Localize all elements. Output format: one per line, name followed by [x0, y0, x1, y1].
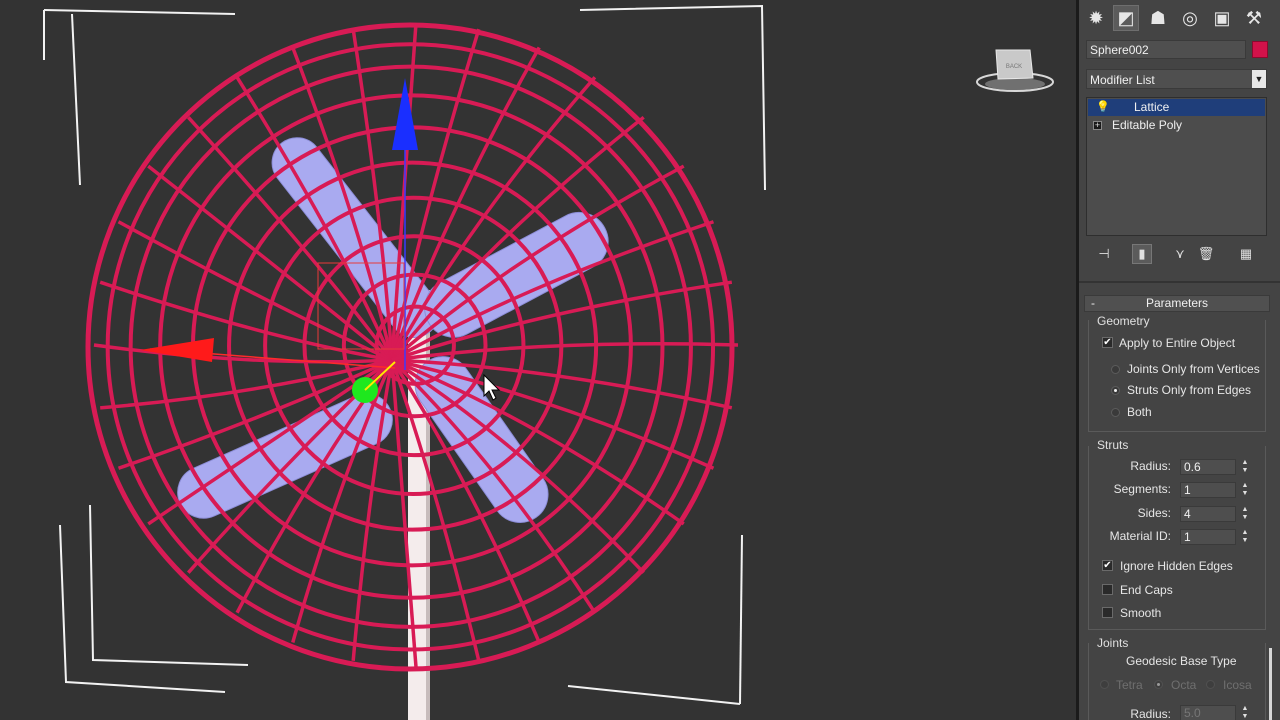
geodesic-base-type-label: Geodesic Base Type	[1126, 654, 1237, 668]
stack-item-label: Lattice	[1134, 100, 1170, 114]
display-tab-icon[interactable]: ▣	[1209, 5, 1235, 31]
sides-label: Sides:	[1137, 506, 1171, 520]
radius-spinner-arrows-icon[interactable]: ▲ ▼	[1241, 459, 1249, 475]
light-bulb-icon[interactable]: 💡	[1096, 99, 1110, 116]
radius-spinner-field[interactable]: 0.6	[1180, 459, 1236, 475]
rollout-title: Parameters	[1145, 296, 1209, 310]
x-axis-arrow	[140, 338, 214, 362]
show-end-result-icon[interactable]: ▮	[1132, 244, 1152, 264]
apply-entire-checkbox[interactable]: ✔	[1102, 337, 1113, 348]
expand-plus-icon[interactable]: +	[1093, 121, 1102, 130]
tetra-radio[interactable]	[1100, 680, 1109, 689]
struts-only-radio[interactable]	[1111, 386, 1120, 395]
perspective-viewport[interactable]: BACK	[0, 0, 1076, 720]
object-name-field[interactable]: Sphere002	[1086, 40, 1246, 59]
pin-stack-icon[interactable]: ⊣	[1094, 244, 1114, 264]
panel-separator	[1079, 281, 1280, 283]
smooth-label: Smooth	[1120, 606, 1162, 620]
motion-tab-icon[interactable]: ◎	[1177, 5, 1203, 31]
tetra-label: Tetra	[1116, 678, 1143, 692]
viewcube[interactable]: BACK	[976, 49, 1054, 92]
utilities-tab-icon[interactable]: ⚒	[1241, 5, 1267, 31]
end-caps-label: End Caps	[1120, 583, 1173, 597]
segments-label: Segments:	[1113, 482, 1171, 496]
smooth-checkbox[interactable]	[1102, 607, 1113, 618]
material-id-spinner-field[interactable]: 1	[1180, 529, 1236, 545]
modifier-stack[interactable]: 💡 Lattice + Editable Poly	[1086, 97, 1267, 236]
segments-spinner-field[interactable]: 1	[1180, 482, 1236, 498]
joints-radius-spinner-arrows-icon[interactable]: ▲ ▼	[1241, 705, 1249, 720]
modifier-list-label: Modifier List	[1090, 73, 1155, 87]
stack-toolbar: ⊣ ▮ ⋎ 🗑 ▦	[1086, 241, 1267, 267]
remove-modifier-icon[interactable]: 🗑	[1196, 244, 1216, 264]
octa-radio[interactable]	[1154, 680, 1163, 689]
panel-scrollbar[interactable]	[1269, 648, 1272, 720]
both-radio[interactable]	[1111, 408, 1120, 417]
dropdown-arrow-icon[interactable]: ▼	[1252, 70, 1266, 88]
stack-item-lattice[interactable]: 💡 Lattice	[1088, 99, 1265, 116]
modify-tab-icon[interactable]: ◩	[1113, 5, 1139, 31]
configure-sets-icon[interactable]: ▦	[1236, 244, 1256, 264]
viewcube-face-label: BACK	[1006, 64, 1022, 70]
end-caps-checkbox[interactable]	[1102, 584, 1113, 595]
object-color-swatch[interactable]	[1252, 41, 1268, 58]
sides-spinner-arrows-icon[interactable]: ▲ ▼	[1241, 506, 1249, 522]
ignore-hidden-label: Ignore Hidden Edges	[1120, 559, 1233, 573]
ignore-hidden-checkbox[interactable]: ✔	[1102, 560, 1113, 571]
hierarchy-tab-icon[interactable]: ☗	[1145, 5, 1171, 31]
apply-entire-label: Apply to Entire Object	[1119, 336, 1236, 350]
joints-radius-spinner-field[interactable]: 5.0	[1180, 705, 1236, 720]
mouse-cursor	[483, 373, 501, 401]
icosa-label: Icosa	[1223, 678, 1252, 692]
viewport-scene: BACK	[43, 4, 1054, 720]
joints-only-label: Joints Only from Vertices	[1127, 362, 1260, 376]
joints-only-radio[interactable]	[1111, 365, 1120, 374]
icosa-radio[interactable]	[1206, 680, 1215, 689]
parameters-rollout-header[interactable]: - Parameters	[1084, 295, 1270, 312]
create-tab-icon[interactable]: ✹	[1083, 5, 1109, 31]
sides-spinner-field[interactable]: 4	[1180, 506, 1236, 522]
material-id-label: Material ID:	[1109, 529, 1171, 543]
struts-only-label: Struts Only from Edges	[1127, 383, 1252, 397]
lattice-spoke	[93, 343, 393, 364]
both-label: Both	[1127, 405, 1152, 419]
material-id-spinner-arrows-icon[interactable]: ▲ ▼	[1241, 529, 1249, 545]
stack-item-editable-poly[interactable]: + Editable Poly	[1088, 117, 1265, 134]
segments-spinner-arrows-icon[interactable]: ▲ ▼	[1241, 482, 1249, 498]
collapse-minus-icon: -	[1091, 296, 1095, 310]
joints-radius-label: Radius:	[1130, 707, 1171, 720]
modifier-list-dropdown[interactable]: Modifier List ▼	[1086, 69, 1267, 89]
command-panel: ✹ ◩ ☗ ◎ ▣ ⚒ Sphere002 Modifier List ▼ 💡 …	[1079, 0, 1280, 720]
stack-item-label: Editable Poly	[1112, 118, 1183, 132]
z-axis-arrow	[392, 78, 418, 150]
make-unique-icon[interactable]: ⋎	[1170, 244, 1190, 264]
octa-label: Octa	[1171, 678, 1197, 692]
command-panel-tabs: ✹ ◩ ☗ ◎ ▣ ⚒	[1079, 0, 1280, 38]
radius-label: Radius:	[1130, 459, 1171, 473]
